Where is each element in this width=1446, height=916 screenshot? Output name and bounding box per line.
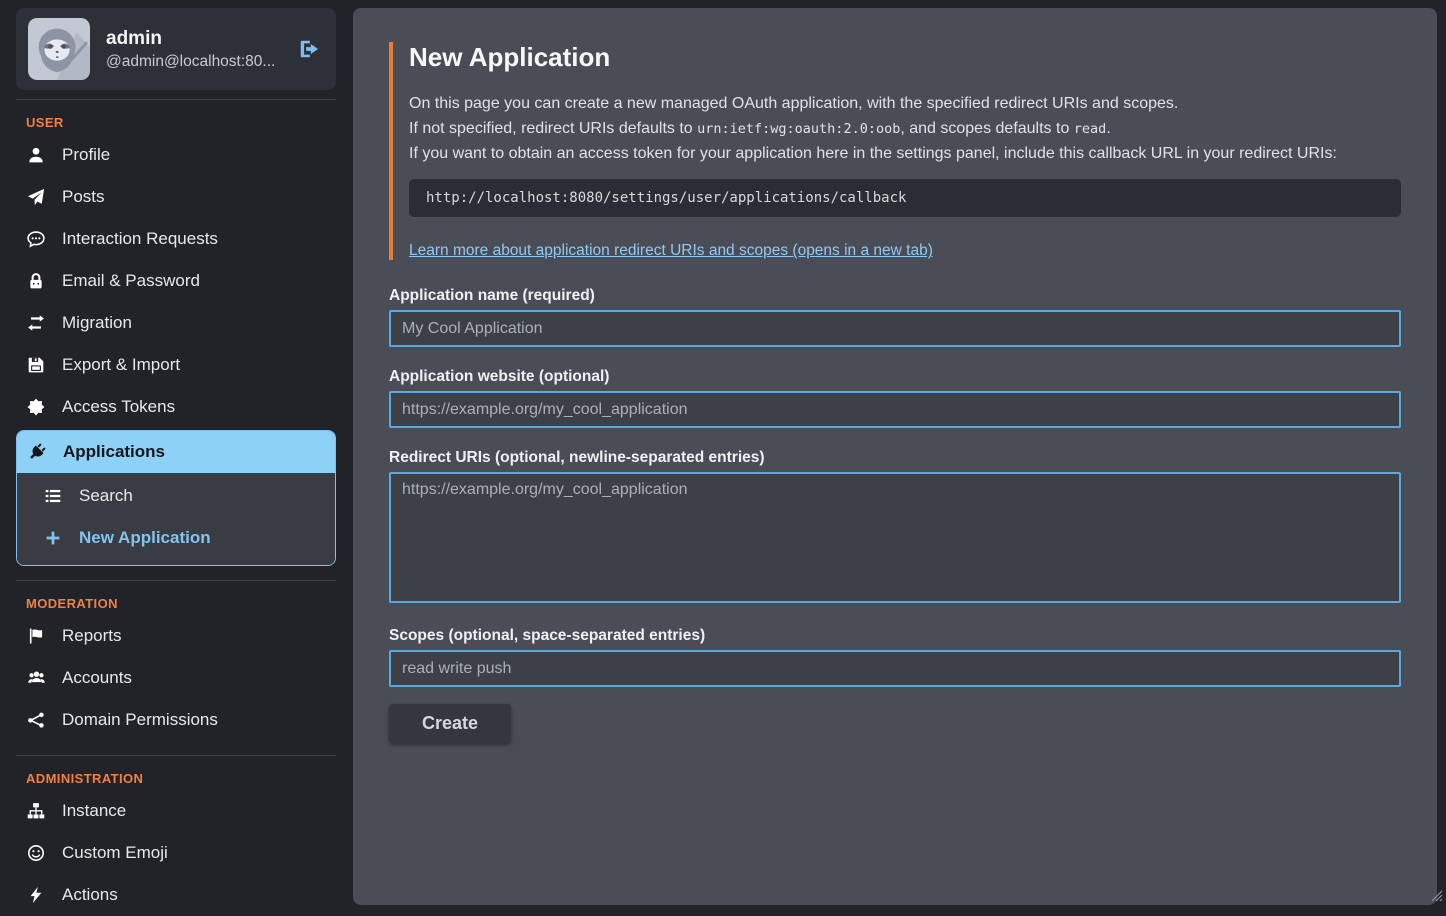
floppy-disk-icon xyxy=(26,356,46,374)
sidebar-item-posts[interactable]: Posts xyxy=(16,176,336,218)
sidebar-item-access-tokens[interactable]: Access Tokens xyxy=(16,386,336,428)
divider xyxy=(16,99,336,100)
application-website-label: Application website (optional) xyxy=(389,368,1401,386)
sidebar-item-label: Access Tokens xyxy=(62,397,175,417)
sidebar-item-actions[interactable]: Actions xyxy=(16,874,336,916)
plus-icon xyxy=(43,529,63,547)
intro-text: On this page you can create a new manage… xyxy=(409,92,1401,166)
sidebar-item-export-import[interactable]: Export & Import xyxy=(16,344,336,386)
sidebar-item-label: Custom Emoji xyxy=(62,843,168,863)
sidebar-item-profile[interactable]: Profile xyxy=(16,134,336,176)
page-title: New Application xyxy=(409,42,1401,73)
sidebar-item-label: Migration xyxy=(62,313,132,333)
application-name-label: Application name (required) xyxy=(389,287,1401,305)
sidebar-item-new-application[interactable]: New Application xyxy=(17,517,335,559)
main-panel: New Application On this page you can cre… xyxy=(353,8,1437,905)
new-application-form: Application name (required) Application … xyxy=(389,287,1401,743)
sidebar-item-label: Email & Password xyxy=(62,271,200,291)
sitemap-icon xyxy=(26,802,46,820)
divider xyxy=(16,580,336,581)
sidebar-item-label: Accounts xyxy=(62,668,132,688)
user-icon xyxy=(26,146,46,164)
intro-block: New Application On this page you can cre… xyxy=(389,42,1401,260)
scopes-input[interactable] xyxy=(389,650,1401,687)
resize-grip-icon[interactable] xyxy=(1428,887,1443,907)
applications-submenu: Search New Application xyxy=(17,473,335,565)
certificate-icon xyxy=(26,398,46,416)
sidebar-item-instance[interactable]: Instance xyxy=(16,790,336,832)
comment-dots-icon xyxy=(26,230,46,248)
application-website-input[interactable] xyxy=(389,391,1401,428)
sidebar-item-label: Export & Import xyxy=(62,355,180,375)
logout-icon[interactable] xyxy=(298,38,320,60)
application-name-input[interactable] xyxy=(389,310,1401,347)
create-button[interactable]: Create xyxy=(389,704,511,743)
sidebar-item-label: Instance xyxy=(62,801,126,821)
user-card[interactable]: admin @admin@localhost:80... xyxy=(16,8,336,90)
sidebar: admin @admin@localhost:80... USER Profil… xyxy=(0,0,353,914)
sidebar-item-label: Interaction Requests xyxy=(62,229,218,249)
user-handle: @admin@localhost:80... xyxy=(106,53,275,71)
sidebar-item-label: Domain Permissions xyxy=(62,710,218,730)
section-header-administration: ADMINISTRATION xyxy=(16,771,336,786)
list-icon xyxy=(43,487,63,505)
share-nodes-icon xyxy=(26,711,46,729)
redirect-uris-label: Redirect URIs (optional, newline-separat… xyxy=(389,449,1401,467)
sidebar-item-label: Applications xyxy=(63,442,165,462)
sidebar-item-applications[interactable]: Applications xyxy=(17,431,335,473)
lock-icon xyxy=(26,272,46,290)
learn-more-link[interactable]: Learn more about application redirect UR… xyxy=(409,242,933,260)
inline-code-read: read xyxy=(1074,121,1107,137)
sidebar-item-email-password[interactable]: Email & Password xyxy=(16,260,336,302)
sidebar-item-label: Profile xyxy=(62,145,110,165)
sidebar-item-label: Posts xyxy=(62,187,105,207)
user-meta: admin @admin@localhost:80... xyxy=(106,28,275,71)
applications-group: Applications Search New Application xyxy=(16,430,336,566)
sidebar-item-label: New Application xyxy=(79,528,211,548)
exchange-arrows-icon xyxy=(26,314,46,332)
sidebar-item-accounts[interactable]: Accounts xyxy=(16,657,336,699)
redirect-uris-textarea[interactable] xyxy=(389,472,1401,603)
section-header-moderation: MODERATION xyxy=(16,596,336,611)
callback-url-code: http://localhost:8080/settings/user/appl… xyxy=(409,179,1401,217)
divider xyxy=(16,755,336,756)
smiley-icon xyxy=(26,844,46,862)
sidebar-item-reports[interactable]: Reports xyxy=(16,615,336,657)
paper-plane-icon xyxy=(26,188,46,206)
user-name: admin xyxy=(106,28,275,50)
avatar xyxy=(28,18,90,80)
sidebar-item-label: Search xyxy=(79,486,133,506)
bolt-icon xyxy=(26,886,46,904)
sidebar-item-domain-permissions[interactable]: Domain Permissions xyxy=(16,699,336,741)
sidebar-item-search[interactable]: Search xyxy=(17,475,335,517)
plug-icon xyxy=(27,443,47,461)
section-header-user: USER xyxy=(16,115,336,130)
sidebar-item-label: Actions xyxy=(62,885,118,905)
scopes-label: Scopes (optional, space-separated entrie… xyxy=(389,627,1401,645)
sidebar-item-interaction-requests[interactable]: Interaction Requests xyxy=(16,218,336,260)
inline-code-oob: urn:ietf:wg:oauth:2.0:oob xyxy=(697,121,900,137)
users-icon xyxy=(26,669,46,687)
sidebar-item-label: Reports xyxy=(62,626,122,646)
flag-icon xyxy=(26,627,46,645)
sidebar-item-custom-emoji[interactable]: Custom Emoji xyxy=(16,832,336,874)
sidebar-item-migration[interactable]: Migration xyxy=(16,302,336,344)
